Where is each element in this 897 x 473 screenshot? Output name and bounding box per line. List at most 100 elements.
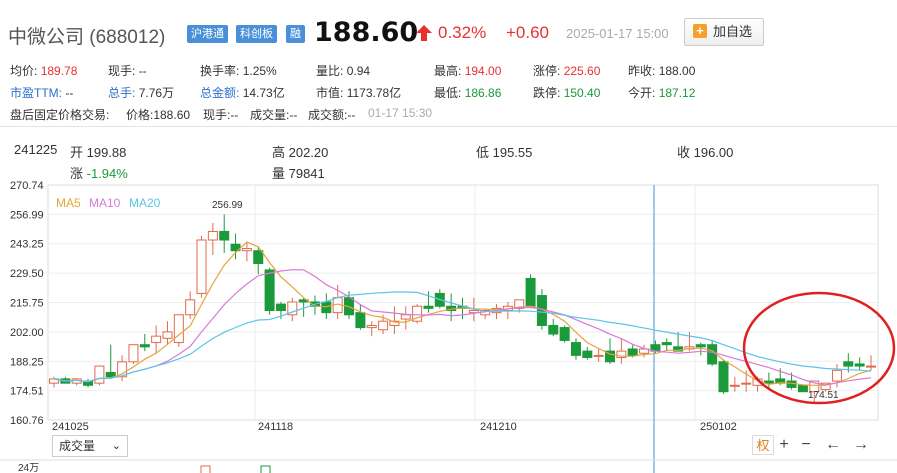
candle: [797, 384, 808, 393]
ohlc-high: 高 202.20: [272, 145, 329, 160]
y-tick-label: 256.99: [10, 209, 44, 221]
candle: [866, 365, 876, 368]
add-watchlist-button[interactable]: + 加自选: [684, 18, 764, 46]
candle: [253, 250, 264, 265]
stat-market-cap: 市值: 1173.78亿: [316, 86, 402, 100]
y-tick-label: 270.74: [10, 180, 44, 192]
ohlc-open: 开 199.88: [70, 145, 127, 160]
candle: [627, 348, 638, 356]
after-hours-time: 01-17 15:30: [368, 106, 433, 120]
candle: [831, 369, 842, 382]
candle: [219, 230, 230, 241]
x-tick-label: 241025: [52, 421, 89, 433]
y-tick-label: 229.50: [10, 268, 44, 280]
y-tick-label: 188.25: [10, 356, 44, 368]
tag-star-market[interactable]: 科创板: [236, 25, 277, 43]
candle: [321, 301, 332, 314]
y-tick-label: 160.76: [10, 415, 44, 427]
pan-right-button[interactable]: →: [850, 435, 872, 455]
legend-ma20: MA20: [129, 196, 161, 210]
volume-bar: [200, 465, 211, 473]
candle: [718, 361, 729, 393]
stat-limit-down: 跌停: 150.40: [533, 86, 601, 100]
stat-prev-close: 昨收: 188.00: [628, 64, 696, 78]
candle: [185, 299, 196, 316]
candle: [151, 335, 162, 344]
candle: [570, 342, 581, 356]
candle: [582, 350, 593, 359]
ohlc-close: 收 196.00: [677, 145, 734, 160]
high-annotation: 256.99: [212, 200, 243, 211]
after-hours-label: 盘后固定价格交易:: [10, 108, 110, 122]
stat-pe[interactable]: 市盈TTM: --: [10, 84, 73, 101]
candle: [548, 324, 559, 335]
stat-amount: 总金额: 14.73亿: [200, 86, 285, 100]
candle: [423, 305, 434, 309]
candle: [559, 327, 570, 341]
ohlc-date: 241225: [14, 142, 58, 157]
stat-high: 最高: 194.00: [434, 64, 502, 78]
zoom-in-button[interactable]: +: [776, 435, 792, 455]
candle: [707, 344, 718, 365]
ohlc-low: 低 195.55: [476, 145, 533, 160]
volume-axis-label: 24万: [18, 463, 39, 473]
chevron-down-icon: ⌄: [111, 440, 121, 452]
rights-adjust-button[interactable]: 权: [752, 435, 774, 455]
candle: [695, 344, 706, 348]
candle: [196, 239, 207, 294]
stat-turnover: 换手率: 1.25%: [200, 64, 277, 78]
last-price: 188.60: [314, 17, 419, 48]
candle: [729, 384, 740, 387]
y-tick-label: 174.51: [10, 386, 44, 398]
pan-left-button[interactable]: ←: [822, 435, 844, 455]
quote-time: 2025-01-17 15:00: [566, 26, 669, 41]
x-tick-label: 241210: [480, 421, 517, 433]
candle: [661, 342, 672, 346]
x-tick-label: 250102: [700, 421, 737, 433]
candle: [741, 382, 752, 385]
quote-header: 中微公司 (688012) 沪港通 科创板 融 188.60 0.32% +0.…: [0, 0, 897, 56]
volume-bar: [260, 465, 271, 473]
candle: [275, 303, 286, 312]
y-tick-label: 215.75: [10, 298, 44, 310]
candle: [128, 344, 139, 363]
plus-icon: +: [693, 24, 707, 38]
stat-total-hands: 总手: 7.76万: [108, 86, 175, 100]
candle: [264, 269, 275, 312]
candle: [355, 312, 366, 329]
tag-hk-connect[interactable]: 沪港通: [187, 25, 228, 43]
candle: [854, 363, 865, 367]
stat-open: 今开: 187.12: [628, 86, 696, 100]
candle: [525, 277, 536, 307]
candle: [162, 331, 173, 339]
stat-limit-up: 涨停: 225.60: [533, 64, 601, 78]
change-amount: +0.60: [506, 23, 550, 42]
candle: [400, 314, 411, 320]
candle: [843, 361, 854, 367]
change-percent: 0.32%: [438, 23, 487, 42]
candle: [207, 230, 218, 241]
tag-margin[interactable]: 融: [286, 25, 305, 43]
candle: [173, 314, 184, 344]
after-hours-now: 现手:--: [203, 108, 239, 122]
y-tick-label: 243.25: [10, 239, 44, 251]
after-hours-price: 价格:188.60: [126, 108, 191, 122]
indicator-select[interactable]: 成交量 ⌄: [52, 435, 128, 457]
low-annotation: 174.51: [808, 390, 839, 401]
legend-ma10: MA10: [89, 196, 121, 210]
candle: [366, 324, 377, 329]
candle: [94, 365, 105, 384]
candle: [378, 320, 389, 331]
stock-name: 中微公司 (688012): [8, 27, 166, 48]
stat-avg: 均价: 189.78: [10, 64, 78, 78]
stat-vol-ratio: 量比: 0.94: [316, 64, 371, 78]
y-tick-label: 202.00: [10, 327, 44, 339]
legend-ma5: MA5: [56, 196, 81, 210]
kline-chart[interactable]: 270.74 256.99 243.25 229.50 215.75 202.00 188.…: [0, 180, 897, 473]
zoom-out-button[interactable]: −: [798, 435, 814, 455]
stat-now-hand: 现手: --: [108, 64, 147, 78]
stat-low: 最低: 186.86: [434, 86, 502, 100]
x-tick-label: 241118: [258, 421, 293, 433]
candle: [139, 344, 150, 348]
divider: [0, 126, 897, 127]
